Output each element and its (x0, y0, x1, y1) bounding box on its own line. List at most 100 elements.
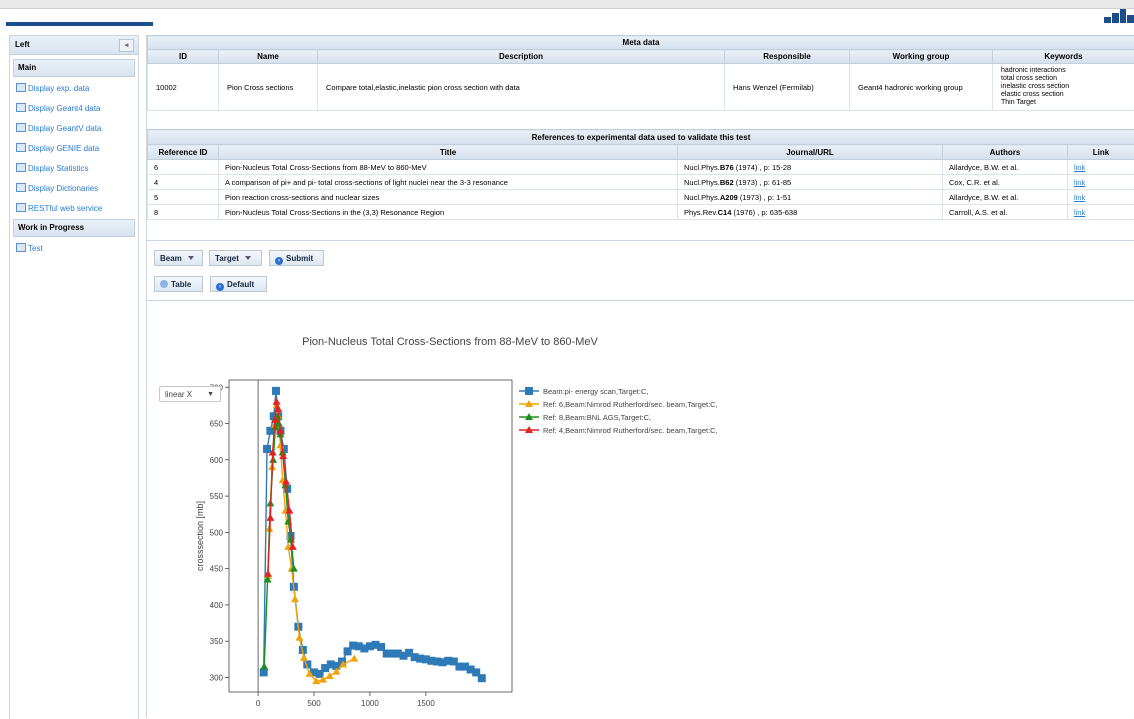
y-tick-label: 450 (210, 565, 224, 574)
col-keywords: Keywords (993, 50, 1134, 64)
chevron-down-icon (188, 256, 194, 260)
col-reference-id: Reference ID (148, 145, 219, 160)
target-label: Target (215, 254, 239, 263)
nav-item-label: RESTful web service (28, 204, 102, 213)
left-panel: Left ◂ Main Display exp. data Display Ge… (9, 35, 139, 719)
ref-authors: Allardyce, B.W. et al. (943, 190, 1068, 205)
journal-name: Nucl.Phys. (684, 193, 720, 202)
meta-working-group: Geant4 hadronic working group (850, 64, 993, 111)
beam-dropdown[interactable]: Beam (154, 250, 203, 266)
nav-item-display-exp-data[interactable]: Display exp. data (16, 79, 138, 99)
journal-pages: (1974) , p: 15-28 (734, 163, 792, 172)
x-tick-label: 500 (307, 699, 321, 708)
nav-item-display-genie-data[interactable]: Display GENIE data (16, 139, 138, 159)
nav-item-test[interactable]: Test (16, 239, 138, 259)
legend-label: Beam:pi- energy scan,Target:C, (543, 387, 648, 396)
col-description: Description (318, 50, 725, 64)
ref-title: Pion-Nucleus Total Cross-Sections from 8… (219, 160, 678, 175)
nav-section-main[interactable]: Main (13, 59, 135, 77)
nav-item-label: Display Statistics (28, 164, 88, 173)
ref-id: 8 (148, 205, 219, 220)
table-row: 6 Pion-Nucleus Total Cross-Sections from… (148, 160, 1134, 175)
divider (147, 240, 1134, 241)
nav-item-display-geant4-data[interactable]: Display Geant4 data (16, 99, 138, 119)
browser-top-strip (0, 0, 1134, 9)
page-icon (16, 243, 26, 252)
col-authors: Authors (943, 145, 1068, 160)
ref-journal: Nucl.Phys.B76 (1974) , p: 15-28 (678, 160, 943, 175)
col-title: Title (219, 145, 678, 160)
page-icon (16, 183, 26, 192)
ref-link[interactable]: link (1074, 193, 1085, 202)
ref-link[interactable]: link (1074, 178, 1085, 187)
submit-label: Submit (286, 254, 313, 263)
y-tick-label: 600 (210, 456, 224, 465)
data-point (260, 668, 268, 676)
y-tick-label: 550 (210, 492, 224, 501)
nav-list-wip: Test (10, 239, 138, 259)
table-button[interactable]: Table (154, 276, 203, 292)
meta-responsible: Hans Wenzel (Fermilab) (725, 64, 850, 111)
beam-label: Beam (160, 254, 182, 263)
ref-authors: Carroll, A.S. et al. (943, 205, 1068, 220)
collapse-icon[interactable]: ◂ (119, 39, 134, 52)
keyword: Thin Target (1001, 99, 1130, 107)
nav-item-display-statistics[interactable]: Display Statistics (16, 159, 138, 179)
ref-journal: Nucl.Phys.A209 (1973) , p: 1-51 (678, 190, 943, 205)
banner-underline (6, 22, 153, 26)
page-icon (16, 143, 26, 152)
meta-id: 10002 (148, 64, 219, 111)
left-panel-title: Left (15, 40, 30, 49)
keyword: elastic cross section (1001, 91, 1130, 99)
nav-list-main: Display exp. data Display Geant4 data Di… (10, 79, 138, 219)
journal-name: Nucl.Phys. (684, 178, 720, 187)
nav-item-display-geantv-data[interactable]: Display GeantV data (16, 119, 138, 139)
data-point (478, 674, 486, 682)
ref-link[interactable]: link (1074, 208, 1085, 217)
y-axis-label: crosssection [mb] (195, 501, 205, 571)
default-button[interactable]: ›Default (210, 276, 267, 292)
x-tick-label: 1500 (417, 699, 435, 708)
journal-name: Nucl.Phys. (684, 163, 720, 172)
target-dropdown[interactable]: Target (209, 250, 262, 266)
legend-marker (525, 387, 533, 395)
submit-button[interactable]: ›Submit (269, 250, 324, 266)
y-tick-label: 350 (210, 637, 224, 646)
journal-volume: A209 (720, 193, 738, 202)
meta-description: Compare total,elastic,inelastic pion cro… (318, 64, 725, 111)
journal-volume: B76 (720, 163, 734, 172)
site-banner (0, 9, 1134, 31)
y-tick-label: 400 (210, 601, 224, 610)
journal-volume: C14 (718, 208, 732, 217)
divider (147, 300, 1134, 301)
nav-item-label: Display GeantV data (28, 124, 101, 133)
legend-label: Ref: 6,Beam:Nimrod Rutherford/sec. beam,… (543, 400, 718, 409)
page-icon (16, 203, 26, 212)
meta-keywords: hadronic interactions total cross sectio… (993, 64, 1134, 111)
meta-data-table: Meta data ID Name Description Responsibl… (147, 35, 1134, 111)
page-icon (16, 163, 26, 172)
ref-title: Pion-Nucleus Total Cross-Sections in the… (219, 205, 678, 220)
nav-section-work-in-progress[interactable]: Work in Progress (13, 219, 135, 237)
table-row: 10002 Pion Cross sections Compare total,… (148, 64, 1134, 111)
table-row: 8 Pion-Nucleus Total Cross-Sections in t… (148, 205, 1134, 220)
nav-item-restful-web-service[interactable]: RESTful web service (16, 199, 138, 219)
scale-select[interactable]: linear X▼ (159, 386, 221, 402)
nav-item-display-dictionaries[interactable]: Display Dictionaries (16, 179, 138, 199)
ref-id: 4 (148, 175, 219, 190)
col-name: Name (219, 50, 318, 64)
col-responsible: Responsible (725, 50, 850, 64)
references-table: References to experimental data used to … (147, 129, 1134, 220)
chart-title: Pion-Nucleus Total Cross-Sections from 8… (302, 336, 598, 348)
nav-item-label: Display Dictionaries (28, 184, 98, 193)
legend-label: Ref: 4,Beam:Nimrod Rutherford/sec. beam,… (543, 426, 718, 435)
legend-label: Ref: 8,Beam:BNL AGS,Target:C, (543, 413, 651, 422)
submit-icon: › (275, 257, 283, 265)
col-journal-url: Journal/URL (678, 145, 943, 160)
default-icon: › (216, 283, 224, 291)
site-logo (1104, 9, 1134, 23)
table-label: Table (171, 280, 191, 289)
data-point (272, 387, 280, 395)
ref-link[interactable]: link (1074, 163, 1085, 172)
ref-journal: Nucl.Phys.B62 (1973) , p: 61-85 (678, 175, 943, 190)
